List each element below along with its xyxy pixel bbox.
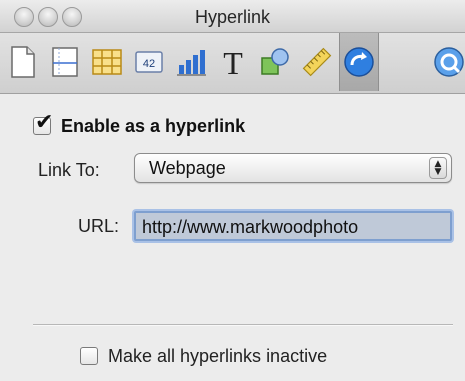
format-inspector-button[interactable]: 42 — [130, 39, 168, 85]
hyperlink-panel: ✔ Enable as a hyperlink Link To: Webpage… — [0, 94, 465, 381]
link-to-value: Webpage — [149, 158, 226, 178]
url-value: http://www.markwoodphoto — [142, 217, 359, 237]
url-input[interactable]: http://www.markwoodphoto — [134, 211, 452, 241]
window-title: Hyperlink — [194, 7, 271, 27]
svg-text:T: T — [223, 45, 243, 79]
table-inspector-button[interactable] — [88, 39, 126, 85]
quicktime-inspector-button[interactable] — [430, 39, 465, 85]
layout-inspector-button[interactable] — [46, 39, 84, 85]
graphic-inspector-button[interactable] — [256, 39, 294, 85]
inactive-hyperlinks-row[interactable]: Make all hyperlinks inactive — [80, 344, 327, 368]
graphic-inspector-icon — [261, 48, 289, 75]
hyperlink-inspector-window: Hyperlink 42 T ✔ Enable as a hyperlink L… — [0, 0, 465, 381]
layout-inspector-icon — [52, 47, 78, 77]
document-inspector-button[interactable] — [4, 39, 42, 85]
link-to-label: Link To: — [38, 160, 100, 180]
table-inspector-icon — [92, 49, 122, 75]
quicktime-inspector-icon — [434, 47, 464, 77]
enable-hyperlink-row[interactable]: ✔ Enable as a hyperlink — [33, 112, 246, 138]
title-bar: Hyperlink — [0, 0, 465, 33]
chart-inspector-icon — [177, 50, 206, 76]
inactive-hyperlinks-checkbox[interactable] — [80, 347, 98, 365]
text-inspector-icon: T — [223, 45, 243, 79]
svg-text:42: 42 — [143, 58, 155, 70]
inspector-toolbar: 42 T — [0, 33, 465, 94]
chart-inspector-button[interactable] — [172, 39, 210, 85]
checkmark-icon: ✔ — [35, 110, 54, 135]
url-label: URL: — [78, 216, 120, 236]
text-inspector-button[interactable]: T — [214, 39, 252, 85]
format-inspector-icon: 42 — [135, 51, 163, 73]
metrics-inspector-button[interactable] — [298, 39, 336, 85]
inactive-hyperlinks-label: Make all hyperlinks inactive — [108, 345, 328, 366]
enable-hyperlink-label: Enable as a hyperlink — [61, 115, 246, 136]
enable-hyperlink-checkbox[interactable]: ✔ — [33, 112, 53, 135]
divider — [33, 324, 453, 326]
hyperlink-inspector-button[interactable] — [339, 33, 379, 91]
hyperlink-inspector-icon — [344, 47, 374, 77]
metrics-inspector-icon — [302, 47, 332, 77]
link-to-select[interactable]: Webpage ▲ ▼ — [134, 153, 452, 183]
document-inspector-icon — [11, 46, 35, 78]
select-stepper-icon: ▲ ▼ — [429, 157, 447, 179]
